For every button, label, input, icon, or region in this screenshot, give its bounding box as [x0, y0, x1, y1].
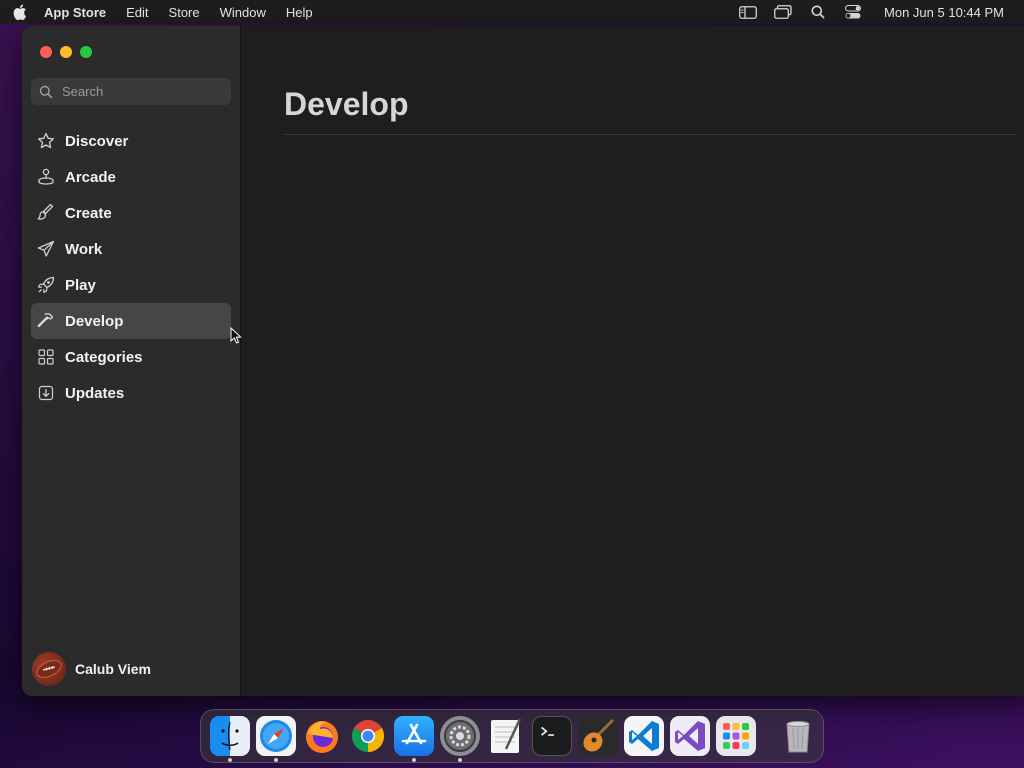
- launchpad-icon: [716, 716, 756, 756]
- window-controls: [40, 46, 92, 58]
- user-account[interactable]: Calub Viem: [32, 652, 151, 686]
- dock-textedit[interactable]: [486, 716, 526, 756]
- sidebar-item-categories[interactable]: Categories: [31, 339, 231, 375]
- dock-launchpad[interactable]: [716, 716, 756, 756]
- running-indicator: [412, 758, 416, 762]
- sidebar-item-label: Work: [65, 240, 103, 258]
- title-divider: [284, 134, 1016, 135]
- sidebar-item-label: Arcade: [65, 168, 116, 186]
- menu-app-name[interactable]: App Store: [44, 5, 106, 20]
- sidebar-item-updates[interactable]: Updates: [31, 375, 231, 411]
- sidebar-item-label: Play: [65, 276, 96, 294]
- spotlight-search-icon[interactable]: [809, 5, 827, 19]
- dock-firefox[interactable]: [302, 716, 342, 756]
- close-button[interactable]: [40, 46, 52, 58]
- sidebar-item-label: Discover: [65, 132, 129, 150]
- sidebar-item-discover[interactable]: Discover: [31, 123, 231, 159]
- apple-menu-icon[interactable]: [12, 4, 28, 20]
- safari-icon: [256, 716, 296, 756]
- visual-studio-icon: [670, 716, 710, 756]
- running-indicator: [458, 758, 462, 762]
- sidebar-item-play[interactable]: Play: [31, 267, 231, 303]
- gear-icon: [440, 716, 480, 756]
- brush-icon: [37, 204, 55, 222]
- menu-help[interactable]: Help: [286, 5, 313, 20]
- menu-window[interactable]: Window: [220, 5, 266, 20]
- search-icon: [39, 85, 53, 99]
- sidebar-nav: Discover Arcade Create Work Play Develop…: [31, 123, 231, 411]
- dock-app-store[interactable]: [394, 716, 434, 762]
- sidebar-item-arcade[interactable]: Arcade: [31, 159, 231, 195]
- dock-garageband[interactable]: [578, 716, 618, 756]
- dock-finder[interactable]: [210, 716, 250, 762]
- joystick-icon: [37, 168, 55, 186]
- menu-bar: App Store Edit Store Window Help Mon Jun…: [0, 0, 1024, 24]
- menu-edit[interactable]: Edit: [126, 5, 148, 20]
- sidebar: Discover Arcade Create Work: [22, 26, 241, 696]
- dock-vscode[interactable]: [624, 716, 664, 756]
- dock-visual-studio[interactable]: [670, 716, 710, 756]
- app-store-window: Discover Arcade Create Work: [22, 26, 1024, 696]
- dock-terminal[interactable]: [532, 716, 572, 756]
- main-content: Develop: [242, 26, 1024, 696]
- download-icon: [37, 384, 55, 402]
- screen-mirroring-icon[interactable]: [774, 5, 792, 19]
- paper-plane-icon: [37, 240, 55, 258]
- sidebar-item-label: Develop: [65, 312, 124, 330]
- mouse-cursor-icon: [230, 327, 242, 344]
- sidebar-item-label: Create: [65, 204, 112, 222]
- status-area: Mon Jun 5 10:44 PM: [722, 5, 1012, 20]
- grid-icon: [37, 348, 55, 366]
- menu-store[interactable]: Store: [169, 5, 200, 20]
- sidebar-item-work[interactable]: Work: [31, 231, 231, 267]
- dock-system-settings[interactable]: [440, 716, 480, 762]
- search-field[interactable]: [31, 78, 231, 105]
- sidebar-item-create[interactable]: Create: [31, 195, 231, 231]
- sidebar-toggle-icon[interactable]: [739, 5, 757, 19]
- user-name: Calub Viem: [75, 661, 151, 677]
- minimize-button[interactable]: [60, 46, 72, 58]
- avatar[interactable]: [32, 652, 66, 686]
- control-center-icon[interactable]: [844, 5, 862, 19]
- trash-icon: [778, 716, 818, 756]
- running-indicator: [228, 758, 232, 762]
- star-icon: [37, 132, 55, 150]
- textedit-icon: [486, 716, 526, 756]
- chrome-icon: [348, 716, 388, 756]
- running-indicator: [274, 758, 278, 762]
- firefox-icon: [302, 716, 342, 756]
- guitar-icon: [578, 716, 618, 756]
- zoom-button[interactable]: [80, 46, 92, 58]
- vscode-icon: [624, 716, 664, 756]
- dock: [200, 709, 824, 763]
- hammer-icon: [37, 312, 55, 330]
- dock-trash[interactable]: [778, 716, 818, 756]
- menubar-clock[interactable]: Mon Jun 5 10:44 PM: [884, 5, 1004, 20]
- sidebar-item-label: Updates: [65, 384, 125, 402]
- rocket-icon: [37, 276, 55, 294]
- sidebar-item-develop[interactable]: Develop: [31, 303, 231, 339]
- page-title: Develop: [284, 86, 409, 122]
- app-store-icon: [394, 716, 434, 756]
- terminal-icon: [532, 716, 572, 756]
- finder-icon: [210, 716, 250, 756]
- dock-safari[interactable]: [256, 716, 296, 762]
- dock-chrome[interactable]: [348, 716, 388, 756]
- search-input[interactable]: [62, 84, 212, 99]
- sidebar-item-label: Categories: [65, 348, 143, 366]
